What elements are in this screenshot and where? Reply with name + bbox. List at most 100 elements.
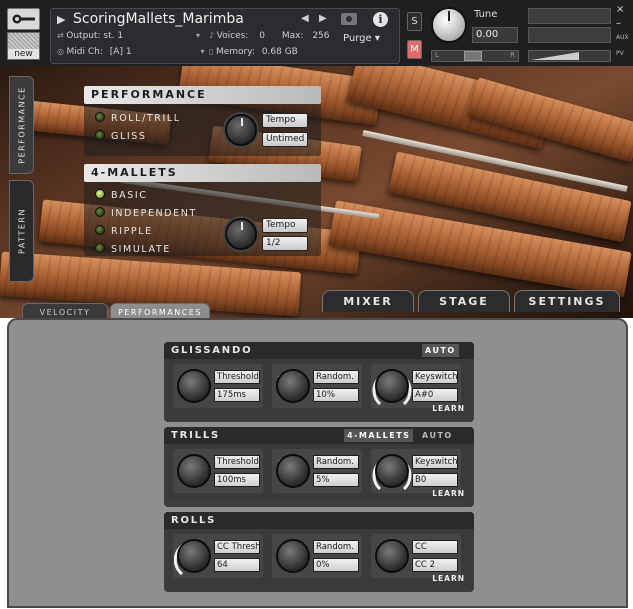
rolls-cc-value[interactable]: CC 2 — [412, 558, 458, 572]
glissando-random-label: Random. — [313, 370, 359, 384]
led-indicator — [95, 243, 105, 253]
memory-icon: ▯ — [209, 47, 216, 56]
glissando-threshold-value[interactable]: 175ms — [214, 388, 260, 402]
trills-threshold-knob[interactable] — [177, 454, 211, 488]
rolls-cc-knob[interactable] — [375, 539, 409, 573]
glissando-title: GLISSANDO — [171, 345, 253, 356]
side-tabs: PERFORMANCE PATTERN — [9, 76, 34, 286]
close-icon[interactable]: × — [616, 4, 624, 15]
glissando-auto-toggle[interactable]: AUTO — [422, 344, 459, 357]
purge-button[interactable]: Purge ▾ — [343, 33, 380, 44]
trills-random-value[interactable]: 5% — [313, 473, 359, 487]
collapse-arrow-icon[interactable]: ▶ — [57, 13, 65, 26]
voices-readout: ♪ Voices: 0 Max: 256 — [209, 31, 330, 41]
performances-panel: GLISSANDO AUTO Threshold 175ms Random. 1… — [7, 318, 628, 608]
info-icon[interactable]: i — [373, 12, 388, 27]
trills-keyswitch-control: Keyswitch B0 — [371, 449, 461, 493]
level-meter-left — [528, 8, 611, 24]
trills-threshold-value[interactable]: 100ms — [214, 473, 260, 487]
pan-slider-thumb[interactable] — [464, 51, 482, 61]
rolls-cc-thresh-label: CC Thresh — [214, 540, 260, 554]
trills-4-mallets-toggle[interactable]: 4-MALLETS — [344, 429, 414, 442]
trills-title: TRILLS — [171, 430, 220, 441]
option-gliss[interactable]: GLISS — [95, 130, 147, 142]
trills-random-knob[interactable] — [276, 454, 310, 488]
glissando-random-value[interactable]: 10% — [313, 388, 359, 402]
rolls-cc-thresh-knob[interactable] — [177, 539, 211, 573]
performance-group: PERFORMANCE ROLL/TRILL GLISS Tempo Untim… — [84, 86, 321, 156]
glissando-keyswitch-label: Keyswitch — [412, 370, 458, 384]
mallets-display-bottom: 1/2 — [262, 236, 308, 251]
camera-icon[interactable] — [341, 13, 357, 25]
rolls-cc-thresh-control: CC Thresh 64 — [173, 534, 263, 578]
option-roll-trill[interactable]: ROLL/TRILL — [95, 112, 181, 124]
midi-icon: ◎ — [57, 47, 67, 56]
pan-slider[interactable]: L R — [431, 50, 519, 62]
tab-settings[interactable]: SETTINGS — [514, 290, 620, 312]
mallets-group: 4-MALLETS BASIC INDEPENDENT RIPPLE SIMUL… — [84, 164, 321, 256]
wrench-button[interactable] — [7, 8, 40, 30]
rolls-random-control: Random. 0% — [272, 534, 362, 578]
volume-slider[interactable] — [528, 50, 611, 62]
trills-keyswitch-value[interactable]: B0 — [412, 473, 458, 487]
new-label: new — [8, 49, 39, 59]
glissando-section: GLISSANDO AUTO Threshold 175ms Random. 1… — [164, 342, 474, 422]
rolls-cc-thresh-value[interactable]: 64 — [214, 558, 260, 572]
tab-mixer[interactable]: MIXER — [322, 290, 414, 312]
rolls-random-knob[interactable] — [276, 539, 310, 573]
glissando-random-knob[interactable] — [276, 369, 310, 403]
midi-row[interactable]: ◎ Midi Ch: [A] 1 ▾ — [57, 47, 204, 57]
output-icon: ⇄ — [57, 31, 67, 40]
rolls-cc-control: CC CC 2 — [371, 534, 461, 578]
rolls-random-value[interactable]: 0% — [313, 558, 359, 572]
tune-knob[interactable] — [431, 7, 467, 43]
performance-display-top: Tempo — [262, 113, 308, 128]
midi-value: [A] 1 — [109, 47, 132, 57]
trills-section: TRILLS 4-MALLETS AUTO Threshold 100ms Ra… — [164, 427, 474, 507]
tab-pattern[interactable]: PATTERN — [9, 180, 34, 282]
instrument-info-panel: ▶ ScoringMallets_Marimba ◀ ▶ i ⇄ Output:… — [50, 8, 400, 64]
trills-learn-button[interactable]: LEARN — [432, 489, 465, 498]
glissando-learn-button[interactable]: LEARN — [432, 404, 465, 413]
trills-auto-toggle[interactable]: AUTO — [422, 427, 453, 444]
option-simulate[interactable]: SIMULATE — [95, 243, 171, 255]
tune-value[interactable]: 0.00 — [472, 27, 518, 43]
output-value: st. 1 — [103, 31, 124, 41]
trills-threshold-control: Threshold 100ms — [173, 449, 263, 493]
trills-keyswitch-knob[interactable] — [375, 454, 409, 488]
glissando-threshold-knob[interactable] — [177, 369, 211, 403]
voices-icon: ♪ — [209, 31, 217, 40]
new-snapshot-button[interactable]: new — [7, 32, 40, 60]
mute-button[interactable]: M — [407, 40, 422, 59]
instrument-name[interactable]: ScoringMallets_Marimba — [73, 11, 244, 27]
output-row[interactable]: ⇄ Output: st. 1 ▾ — [57, 31, 200, 41]
tab-stage[interactable]: STAGE — [418, 290, 510, 312]
mallets-title: 4-MALLETS — [84, 164, 321, 182]
output-dropdown-icon: ▾ — [195, 31, 200, 40]
glissando-keyswitch-value[interactable]: A#0 — [412, 388, 458, 402]
trills-keyswitch-label: Keyswitch — [412, 455, 458, 469]
minimize-icon[interactable]: – — [616, 18, 621, 29]
glissando-keyswitch-knob[interactable] — [375, 369, 409, 403]
rolls-section: ROLLS CC Thresh 64 Random. 0% CC CC 2 LE… — [164, 512, 474, 592]
trills-threshold-label: Threshold — [214, 455, 260, 469]
solo-button[interactable]: S — [407, 12, 422, 31]
option-independent[interactable]: INDEPENDENT — [95, 207, 197, 219]
option-basic[interactable]: BASIC — [95, 189, 147, 201]
pv-button[interactable]: PV — [616, 50, 624, 57]
trills-random-control: Random. 5% — [272, 449, 362, 493]
glissando-threshold-label: Threshold — [214, 370, 260, 384]
led-indicator — [95, 207, 105, 217]
led-indicator — [95, 112, 105, 122]
next-instrument-icon[interactable]: ▶ — [319, 13, 327, 24]
rolls-learn-button[interactable]: LEARN — [432, 574, 465, 583]
prev-instrument-icon[interactable]: ◀ — [301, 13, 309, 24]
performance-tempo-knob[interactable] — [225, 114, 257, 146]
glissando-threshold-control: Threshold 175ms — [173, 364, 263, 408]
mallets-tempo-knob[interactable] — [225, 218, 257, 250]
option-ripple[interactable]: RIPPLE — [95, 225, 153, 237]
performance-title: PERFORMANCE — [84, 86, 321, 104]
tab-performance[interactable]: PERFORMANCE — [9, 76, 34, 174]
instrument-stage: PERFORMANCE PATTERN PERFORMANCE ROLL/TRI… — [0, 66, 633, 318]
aux-button[interactable]: AUX — [616, 34, 629, 41]
